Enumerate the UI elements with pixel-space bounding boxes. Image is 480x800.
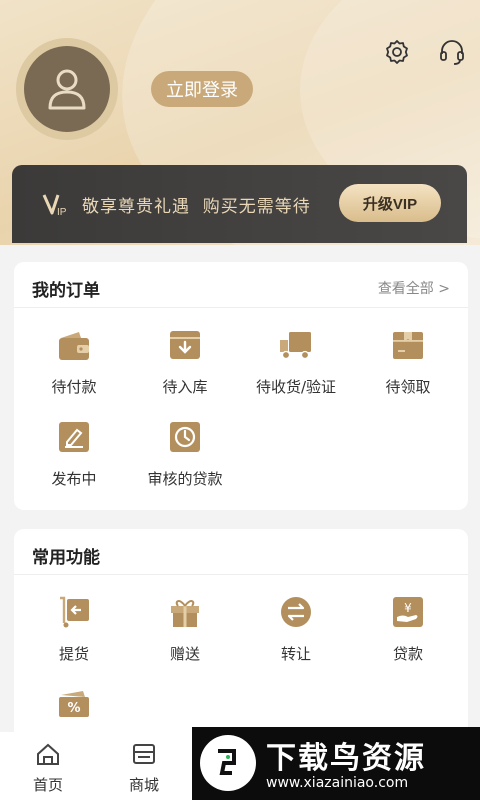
order-item-pending-pickup[interactable]: 待领取 [352,328,464,397]
order-item-loan-review[interactable]: 审核的贷款 [129,420,241,489]
watermark-title: 下载鸟资源 [266,741,426,776]
headset-icon[interactable] [438,38,466,66]
home-icon [37,743,59,765]
wallet-icon [59,332,89,360]
watermark-banner: 下载鸟资源 www.xiazainiao.com [192,727,480,800]
user-avatar-icon [48,69,86,110]
watermark-logo [200,735,256,791]
inbox-icon [170,331,200,359]
svg-text:%: % [67,701,80,716]
gift-icon [171,600,199,627]
package-icon [393,332,423,359]
clock-icon [170,422,200,452]
yen-hand-icon: ¥ [393,597,423,627]
function-item-gift[interactable]: 赠送 [129,595,241,664]
upgrade-vip-button[interactable]: 升级VIP [339,184,441,222]
svg-text:¥: ¥ [404,601,412,615]
vip-slogan: 敬享尊贵礼遇 购买无需等待 [82,196,311,217]
order-item-publishing[interactable]: 发布中 [18,420,130,489]
bird-logo-icon [218,749,236,775]
order-item-pending-receipt[interactable]: 待收货/验证 [240,328,352,397]
order-item-pending-storage[interactable]: 待入库 [129,328,241,397]
shop-icon [133,744,155,764]
avatar[interactable] [16,38,118,140]
divider [14,307,468,308]
nav-item-home[interactable]: 首页 [18,742,78,795]
transfer-icon [281,597,311,627]
login-button[interactable]: 立即登录 [151,71,253,107]
cart-icon [60,596,89,628]
function-item-pickup[interactable]: 提货 [18,595,130,664]
vip-logo-icon: IP [42,194,67,218]
gear-icon[interactable] [383,38,411,66]
edit-icon [59,422,89,452]
divider [14,574,468,575]
coupon-icon: % [59,691,89,717]
functions-card: 常用功能 提货 赠送 转让 ¥ 贷款 % [14,529,468,759]
vip-banner: IP 敬享尊贵礼遇 购买无需等待 升级VIP [12,165,467,243]
function-item-coupon[interactable]: % [18,687,130,721]
watermark-url: www.xiazainiao.com [266,775,409,791]
function-item-loan[interactable]: ¥ 贷款 [352,595,464,664]
orders-card: 我的订单 查看全部 > 待付款 待入库 待收货/验证 待领取 发布中 审核的贷款 [14,262,468,510]
order-item-pending-payment[interactable]: 待付款 [18,328,130,397]
view-all-orders-link[interactable]: 查看全部 > [378,278,450,298]
orders-title: 我的订单 [32,281,100,301]
svg-text:IP: IP [57,207,67,218]
functions-title: 常用功能 [32,548,100,568]
nav-item-shop[interactable]: 商城 [114,742,174,795]
function-item-transfer[interactable]: 转让 [240,595,352,664]
truck-icon [280,332,311,360]
